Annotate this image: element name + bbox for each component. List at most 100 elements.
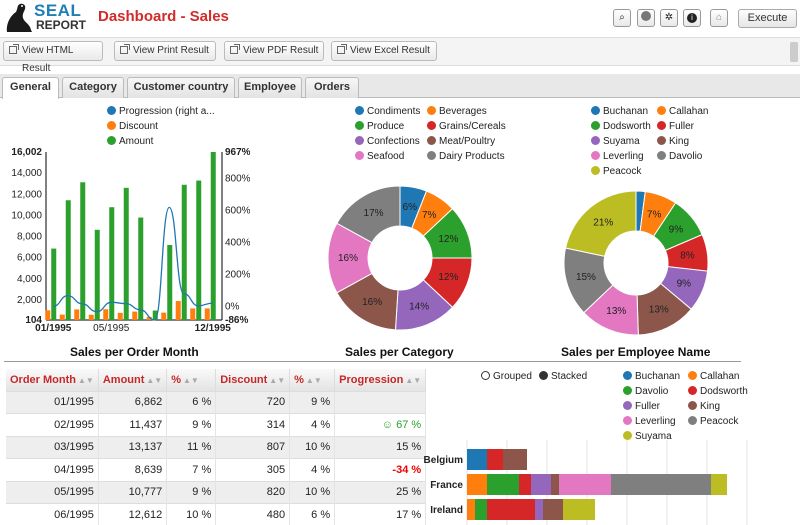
legend-item[interactable]: Fuller (657, 121, 694, 132)
table-row[interactable]: 06/1995 12,612 10 % 480 6 % 17 % (6, 503, 427, 525)
tab-orders[interactable]: Orders (305, 77, 359, 98)
legend-item[interactable]: King (657, 136, 689, 147)
column-header[interactable]: % ▲▼ (289, 369, 336, 391)
slice-label: 13% (649, 305, 669, 316)
legend-item[interactable]: Discount (107, 121, 158, 132)
legend-item[interactable]: Davolio (623, 386, 668, 397)
tab-category[interactable]: Category (62, 77, 124, 98)
stacked-radio[interactable]: Stacked (539, 371, 587, 382)
table-body: 01/1995 6,862 6 % 720 9 % 02/1995 11,437 9 % 314… (6, 390, 427, 525)
legend-dot (623, 371, 632, 380)
table-cell: 05/1995 (6, 480, 99, 504)
top-bar: SEAL REPORT Dashboard - Sales ⌕ ✲ i ⌂ Ex… (0, 0, 800, 38)
stacked-bar-segment (487, 449, 503, 470)
seal-report-logo[interactable]: SEAL REPORT (4, 1, 86, 34)
legend-item[interactable]: Dairy Products (427, 151, 505, 162)
slice-label: 13% (606, 306, 626, 317)
legend-item[interactable]: Dodsworth (688, 386, 748, 397)
legend-item[interactable]: Peacock (591, 166, 641, 177)
chart-grid (45, 152, 223, 321)
tab-general[interactable]: General (2, 77, 59, 99)
home-icon: ⌂ (715, 12, 723, 23)
legend-item[interactable]: Peacock (688, 416, 738, 427)
stacked-bar-segment (543, 499, 563, 520)
view-excel-result-button[interactable]: View Excel Result (331, 41, 437, 61)
slice-label: 9% (669, 225, 684, 236)
legend-item[interactable]: Davolio (657, 151, 702, 162)
y-tick-label: 4,000 (17, 274, 42, 285)
table-cell: 720 (215, 390, 291, 414)
search-button[interactable]: ⌕ (613, 9, 631, 27)
tab-employee[interactable]: Employee (238, 77, 302, 98)
execute-button[interactable]: Execute (738, 9, 797, 28)
home-button[interactable]: ⌂ (710, 9, 728, 27)
play-icon (641, 11, 651, 21)
scrollbar-thumb[interactable] (790, 42, 798, 62)
legend-item[interactable]: Callahan (688, 371, 739, 382)
table-row[interactable]: 05/1995 10,777 9 % 820 10 % 25 % (6, 480, 427, 504)
amount-bar (51, 248, 57, 320)
legend-item[interactable]: Confections (355, 136, 420, 147)
y-axis-right: 967%800%600%400%200%0%-86% (225, 147, 250, 326)
legend-item[interactable]: Meat/Poultry (427, 136, 495, 147)
legend-item[interactable]: Grains/Cereals (427, 121, 506, 132)
column-header[interactable]: Discount ▲▼ (215, 369, 291, 391)
info-button[interactable]: i (683, 9, 701, 27)
y-axis-labels: Belgium France Ireland (424, 455, 464, 516)
legend-dot (657, 121, 666, 130)
legend-item[interactable]: Beverages (427, 106, 487, 117)
legend-item[interactable]: Produce (355, 121, 404, 132)
discount-bar (74, 309, 80, 320)
legend-item[interactable]: Callahan (657, 106, 708, 117)
column-header[interactable]: Order Month ▲▼ (6, 369, 99, 391)
y2-tick-label: 400% (225, 237, 250, 248)
table-cell: 11,437 (98, 413, 168, 436)
view-html-result-label: View HTML Result (22, 45, 74, 74)
slice-label: 15% (576, 272, 596, 283)
legend-item[interactable]: Buchanan (623, 371, 680, 382)
table-row[interactable]: 01/1995 6,862 6 % 720 9 % (6, 390, 427, 414)
grouped-radio[interactable]: Grouped (481, 371, 532, 382)
view-print-result-button[interactable]: View Print Result (114, 41, 216, 61)
table-cell: -34 % (334, 458, 427, 481)
table-row[interactable]: 02/1995 11,437 9 % 314 4 % ☺ 67 % (6, 413, 427, 436)
slice-label: 12% (438, 272, 458, 283)
play-button[interactable] (637, 9, 655, 27)
amount-bar (196, 180, 202, 320)
chart-title-employee: Sales per Employee Name (561, 345, 711, 359)
legend-item[interactable]: Progression (right a... (107, 106, 215, 117)
legend-label: Discount (119, 121, 158, 132)
column-header[interactable]: % ▲▼ (166, 369, 217, 391)
legend-dot (355, 121, 364, 130)
settings-button[interactable]: ✲ (660, 9, 678, 27)
legend-item[interactable]: Dodsworth (591, 121, 651, 132)
view-pdf-result-button[interactable]: View PDF Result (224, 41, 324, 61)
table-cell: 25 % (334, 480, 427, 504)
sort-icon: ▲▼ (78, 375, 94, 385)
legend-dot (623, 386, 632, 395)
legend-item[interactable]: Seafood (355, 151, 404, 162)
legend-item[interactable]: Suyama (591, 136, 640, 147)
chart-title-month: Sales per Order Month (70, 345, 199, 359)
legend-dot (623, 416, 632, 425)
legend-dot (427, 151, 436, 160)
legend-item[interactable]: Leverling (623, 416, 676, 427)
column-header[interactable]: Amount ▲▼ (98, 369, 168, 391)
slice-label: 9% (677, 278, 692, 289)
legend-item[interactable]: Leverling (591, 151, 644, 162)
legend-item[interactable]: King (688, 401, 720, 412)
view-html-result-button[interactable]: View HTML Result (3, 41, 103, 74)
tab-customer-country[interactable]: Customer country (127, 77, 235, 98)
slice-label: 16% (362, 297, 382, 308)
table-row[interactable]: 03/1995 13,137 11 % 807 10 % 15 % (6, 435, 427, 459)
legend-item[interactable]: Buchanan (591, 106, 648, 117)
column-header[interactable]: Progression ▲▼ (334, 369, 427, 391)
legend-item[interactable]: Condiments (355, 106, 420, 117)
sort-icon: ▲▼ (183, 375, 199, 385)
table-row[interactable]: 04/1995 8,639 7 % 305 4 % -34 % (6, 458, 427, 481)
legend-label: Buchanan (603, 106, 649, 117)
table-cell: 06/1995 (6, 503, 99, 525)
column-header-label: Progression (339, 373, 404, 386)
legend-item[interactable]: Fuller (623, 401, 660, 412)
table-cell: 6 % (289, 503, 336, 525)
